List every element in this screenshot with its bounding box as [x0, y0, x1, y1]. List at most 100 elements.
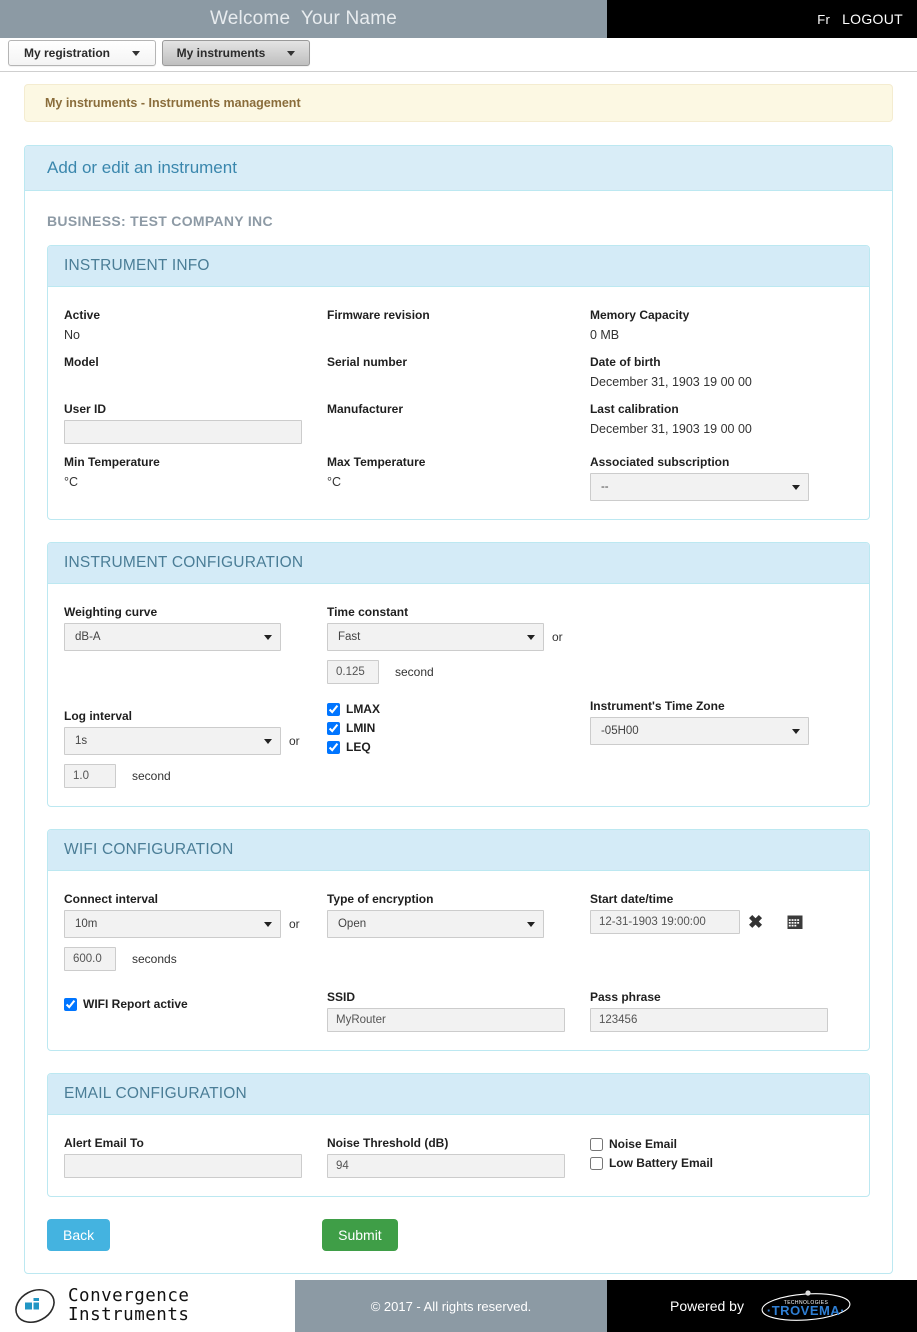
pass-phrase-input[interactable] [589, 1008, 828, 1032]
nav-item-my-instruments[interactable]: My instruments [162, 40, 310, 66]
info-row-2: Model Serial number Date of birth Decemb… [64, 344, 853, 391]
connect-seconds-input[interactable] [64, 947, 116, 971]
breadcrumb: My instruments - Instruments management [24, 84, 893, 122]
log-interval-seconds-input[interactable] [64, 764, 116, 788]
time-constant-seconds-input[interactable] [326, 660, 379, 684]
field-memory-value: 0 MB [589, 328, 620, 342]
connect-seconds-unit-label: seconds [132, 952, 177, 966]
config-row-2: Log interval 1s or 1.0 second LMAX LMIN … [64, 698, 853, 788]
main-nav: My registration My instruments [0, 38, 917, 72]
associated-subscription-select[interactable]: -- [589, 473, 809, 501]
logout-link[interactable]: LOGOUT [842, 11, 903, 27]
noise-threshold-input[interactable] [326, 1154, 565, 1178]
field-weighting-curve: Weighting curve dB-A [64, 594, 327, 684]
time-constant-select[interactable]: Fast [326, 623, 544, 651]
field-active-label: Active [64, 308, 101, 322]
noise-email-checkbox[interactable] [589, 1137, 603, 1151]
time-constant-select-wrap: Fast [326, 623, 544, 651]
field-ssid: SSID [326, 989, 590, 1032]
field-weighting-curve-label: Weighting curve [64, 605, 158, 619]
wifi-report-active-checkbox[interactable] [64, 997, 77, 1011]
lmax-checkbox[interactable] [326, 702, 340, 716]
footer-copyright-text: © 2017 - All rights reserved. [370, 1298, 532, 1314]
log-interval-select[interactable]: 1s [64, 727, 281, 755]
field-time-constant-label: Time constant [326, 605, 409, 619]
nav-item-my-registration[interactable]: My registration [8, 40, 156, 66]
checkbox-row-lmax[interactable]: LMAX [326, 702, 576, 716]
field-last-calibration: Last calibration December 31, 1903 19 00… [590, 391, 853, 444]
footer-powered-by-label: Powered by [670, 1298, 744, 1314]
alert-email-input[interactable] [64, 1154, 302, 1178]
config-row-1: Weighting curve dB-A Time constant Fast … [64, 594, 853, 684]
field-max-temperature-value: °C [326, 475, 342, 489]
leq-checkbox[interactable] [326, 740, 340, 754]
field-noise-threshold: Noise Threshold (dB) [326, 1125, 590, 1178]
connect-interval-or-label: or [289, 917, 300, 931]
back-button[interactable]: Back [47, 1219, 111, 1251]
log-interval-unit-label: second [132, 769, 171, 783]
checkbox-row-wifi-report[interactable]: WIFI Report active [64, 997, 313, 1011]
lmin-checkbox[interactable] [326, 721, 340, 735]
field-wifi-report-active: WIFI Report active [64, 989, 327, 1032]
start-datetime-input[interactable] [589, 910, 740, 934]
info-row-4: Min Temperature °C Max Temperature °C As… [64, 444, 853, 501]
log-interval-seconds-row: second [64, 764, 313, 788]
info-row-3: User ID Manufacturer Last calibration De… [64, 391, 853, 444]
instrument-configuration-heading: INSTRUMENT CONFIGURATION [48, 543, 869, 584]
connect-interval-select[interactable]: 10m [64, 910, 281, 938]
noise-email-label: Noise Email [608, 1137, 677, 1151]
field-active: Active No [64, 297, 327, 344]
wifi-row-2: WIFI Report active SSID Pass phrase [64, 989, 853, 1032]
user-id-input[interactable] [64, 420, 302, 444]
footer-brand: Convergence Instruments [0, 1280, 295, 1332]
encryption-type-select[interactable]: Open [326, 910, 544, 938]
welcome-text: Welcome Your Name [209, 8, 397, 29]
close-icon[interactable]: ✖ [748, 913, 763, 931]
calendar-icon[interactable] [787, 914, 803, 930]
welcome-strip: Welcome Your Name [0, 0, 607, 38]
page-container: My instruments - Instruments management … [24, 72, 893, 1274]
field-serial-value [327, 373, 576, 391]
field-serial: Serial number [327, 344, 590, 391]
time-zone-select[interactable]: -05H00 [589, 717, 809, 745]
chevron-down-icon [132, 50, 140, 56]
page-footer: Convergence Instruments © 2017 - All rig… [0, 1280, 917, 1332]
svg-text:·TROVEMA·: ·TROVEMA· [767, 1303, 845, 1318]
panel-body: BUSINESS: TEST COMPANY INC INSTRUMENT IN… [25, 191, 892, 1273]
top-bar: Welcome Your Name Fr LOGOUT [0, 0, 917, 38]
field-serial-label: Serial number [326, 355, 408, 369]
field-log-interval: Log interval 1s or 1.0 second [64, 698, 327, 788]
page-title: Add or edit an instrument [25, 146, 892, 191]
field-model: Model [64, 344, 327, 391]
checkbox-row-low-battery-email[interactable]: Low Battery Email [589, 1156, 839, 1170]
email-checkbox-group: Noise Email Low Battery Email [589, 1125, 853, 1178]
low-battery-email-label: Low Battery Email [608, 1156, 713, 1170]
field-user-id: User ID [64, 391, 327, 444]
field-user-id-label: User ID [64, 402, 107, 416]
ssid-input[interactable] [326, 1008, 565, 1032]
field-alert-email: Alert Email To [64, 1125, 327, 1178]
field-max-temperature: Max Temperature °C [327, 444, 590, 501]
time-constant-or-label: or [551, 630, 563, 644]
checkbox-row-leq[interactable]: LEQ [326, 740, 576, 754]
wifi-configuration-body: Connect interval 10m or 600.0 seconds Ty… [48, 871, 869, 1050]
field-firmware-value [327, 326, 576, 344]
field-ssid-label: SSID [326, 990, 355, 1004]
email-configuration-heading: EMAIL CONFIGURATION [48, 1074, 869, 1115]
email-configuration-section: EMAIL CONFIGURATION Alert Email To Noise… [47, 1073, 870, 1197]
nav-item-my-registration-label: My registration [23, 46, 110, 60]
measurement-checkbox-group: LMAX LMIN LEQ [326, 698, 590, 788]
field-min-temperature-label: Min Temperature [64, 455, 160, 469]
low-battery-email-checkbox[interactable] [589, 1156, 603, 1170]
leq-label: LEQ [345, 740, 371, 754]
encryption-select-wrap: Open [326, 910, 544, 938]
submit-button[interactable]: Submit [322, 1219, 398, 1251]
language-link-fr[interactable]: Fr [817, 12, 830, 27]
wifi-row-1: Connect interval 10m or 600.0 seconds Ty… [64, 881, 853, 971]
connect-interval-select-wrap: 10m [64, 910, 281, 938]
checkbox-row-lmin[interactable]: LMIN [326, 721, 576, 735]
field-associated-subscription-label: Associated subscription [589, 455, 730, 469]
checkbox-row-noise-email[interactable]: Noise Email [589, 1137, 839, 1151]
weighting-curve-select[interactable]: dB-A [64, 623, 281, 651]
start-datetime-row: ✖ [589, 910, 839, 934]
